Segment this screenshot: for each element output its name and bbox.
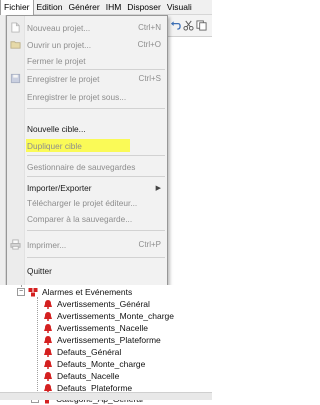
menu-item-enregistrer-sous[interactable]: Enregistrer le projet sous... (25, 90, 167, 103)
menu-ihm[interactable]: IHM (103, 0, 125, 15)
menu-item-fermer-projet[interactable]: Fermer le projet (25, 54, 167, 67)
file-menu-dropdown: Nouveau projet... Ctrl+N Ouvrir un proje… (6, 15, 168, 288)
menu-item-label: Nouveau projet... (27, 22, 91, 33)
menu-item-ouvrir-projet[interactable]: Ouvrir un projet... Ctrl+O (25, 38, 167, 51)
menu-item-shortcut: Ctrl+O (137, 40, 161, 49)
alarm-bell-icon (44, 360, 52, 369)
menu-edition[interactable]: Edition (34, 0, 66, 15)
menu-visualiser[interactable]: Visuali (164, 0, 195, 15)
tree-item[interactable]: Defauts_Nacelle (43, 370, 119, 382)
alarm-bell-icon (44, 300, 52, 309)
menu-item-importer-exporter[interactable]: Importer/Exporter ▶ (25, 181, 167, 194)
menu-disposer[interactable]: Disposer (124, 0, 164, 15)
copy-icon[interactable] (196, 20, 207, 31)
tree-item[interactable]: Avertissements_Général (43, 298, 150, 310)
alarm-group-icon (28, 288, 38, 297)
tree-item-label: Avertissements_Plateforme (57, 335, 161, 345)
menu-item-shortcut: Ctrl+P (138, 240, 161, 249)
tree-item-label: Defauts_Général (57, 347, 122, 357)
menu-separator (27, 69, 165, 70)
tree-item-label: Defauts_Monte_charge (57, 359, 146, 369)
menu-item-label: Gestionnaire de sauvegardes (27, 161, 136, 172)
workspace-background (167, 37, 212, 267)
menu-separator (27, 108, 165, 109)
menu-item-dupliquer-cible[interactable]: Dupliquer cible (25, 139, 167, 152)
menu-item-label: Importer/Exporter (27, 182, 92, 193)
open-folder-icon (10, 41, 21, 49)
tree-item[interactable]: Defauts_Général (43, 346, 121, 358)
menu-item-gestionnaire-sauvegardes[interactable]: Gestionnaire de sauvegardes (25, 160, 167, 173)
menu-bar: Fichier Edition Générer IHM Disposer Vis… (0, 0, 212, 15)
toolbar (167, 15, 212, 37)
collapse-icon[interactable]: − (17, 288, 25, 296)
tree-item-label: Avertissements_Monte_charge (57, 311, 175, 321)
alarm-bell-icon (44, 336, 52, 345)
menu-item-nouvelle-cible[interactable]: Nouvelle cible... (25, 122, 167, 135)
menu-item-comparer-sauvegarde[interactable]: Comparer à la sauvegarde... (25, 212, 167, 225)
submenu-arrow-icon: ▶ (155, 184, 161, 192)
tree-group-label: Alarmes et Evénements (42, 287, 133, 297)
menu-item-label: Enregistrer le projet (27, 73, 100, 84)
menu-item-shortcut: Ctrl+N (138, 23, 161, 32)
tree-item[interactable]: Avertissements_Plateforme (43, 334, 161, 346)
menu-item-imprimer[interactable]: Imprimer... Ctrl+P (25, 238, 167, 251)
alarm-bell-icon (44, 348, 52, 357)
menu-item-label: Dupliquer cible (27, 140, 82, 151)
save-icon (10, 73, 21, 84)
tree-item[interactable]: Avertissements_Nacelle (43, 322, 148, 334)
bottom-tab-bar (0, 392, 212, 400)
menu-separator (27, 155, 165, 156)
new-document-icon (11, 22, 20, 33)
menu-item-label: Télécharger le projet éditeur... (27, 197, 138, 208)
menu-item-telecharger-projet[interactable]: Télécharger le projet éditeur... (25, 196, 167, 209)
menu-separator (27, 257, 165, 258)
tree-item-label: Avertissements_Nacelle (57, 323, 149, 333)
menu-item-label: Enregistrer le projet sous... (27, 91, 127, 102)
cut-icon[interactable] (183, 20, 194, 31)
menu-item-label: Ouvrir un projet... (27, 39, 92, 50)
menu-fichier[interactable]: Fichier (0, 0, 34, 15)
menu-item-label: Imprimer... (27, 239, 67, 250)
menu-item-quitter[interactable]: Quitter (25, 264, 167, 277)
menu-item-label: Fermer le projet (27, 55, 86, 66)
printer-icon (10, 239, 21, 250)
undo-icon[interactable] (170, 20, 181, 31)
tree-item-label: Defauts_Nacelle (57, 371, 120, 381)
menu-item-label: Comparer à la sauvegarde... (27, 213, 133, 224)
menu-item-label: Nouvelle cible... (27, 123, 86, 134)
tree-item-label: Avertissements_Général (57, 299, 150, 309)
alarm-bell-icon (44, 324, 52, 333)
project-tree: − Alarmes et Evénements Avertissements_G… (0, 285, 212, 404)
menu-item-enregistrer-projet[interactable]: Enregistrer le projet Ctrl+S (25, 72, 167, 85)
menu-separator (27, 230, 165, 231)
alarm-bell-icon (44, 372, 52, 381)
menu-item-nouveau-projet[interactable]: Nouveau projet... Ctrl+N (25, 21, 167, 34)
tree-item[interactable]: Defauts_Monte_charge (43, 358, 145, 370)
menu-item-shortcut: Ctrl+S (138, 74, 161, 83)
tree-group-row[interactable]: − Alarmes et Evénements (17, 286, 132, 298)
tree-item[interactable]: Avertissements_Monte_charge (43, 310, 174, 322)
tree-line (37, 297, 38, 395)
alarm-bell-icon (44, 312, 52, 321)
menu-separator (27, 176, 165, 177)
menu-item-label: Quitter (27, 265, 52, 276)
menu-generer[interactable]: Générer (66, 0, 103, 15)
